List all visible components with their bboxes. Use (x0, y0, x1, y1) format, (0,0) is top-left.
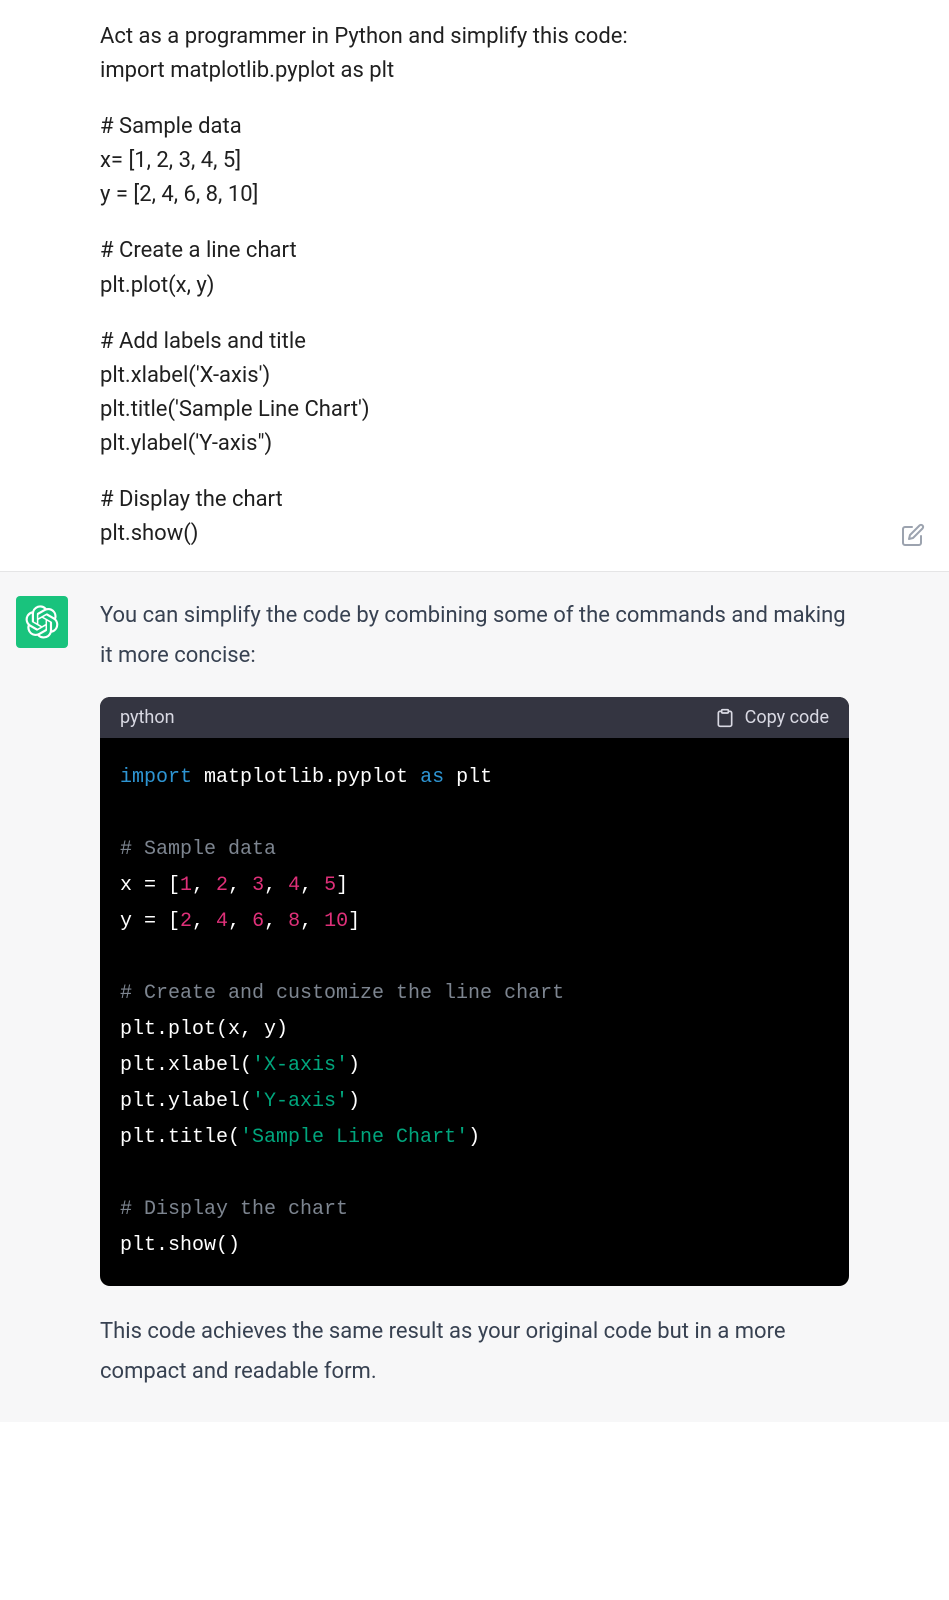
openai-logo-icon (25, 605, 59, 639)
assistant-intro-text: You can simplify the code by combining s… (100, 596, 849, 675)
copy-code-button[interactable]: Copy code (715, 707, 829, 728)
assistant-message: You can simplify the code by combining s… (0, 571, 949, 1421)
code-content[interactable]: import matplotlib.pyplot as plt # Sample… (100, 738, 849, 1286)
user-prompt-text: Act as a programmer in Python and simpli… (100, 20, 849, 551)
clipboard-icon (715, 708, 735, 728)
copy-code-label: Copy code (745, 707, 829, 728)
user-paragraph: # Add labels and titleplt.xlabel('X-axis… (100, 325, 849, 461)
user-message: Act as a programmer in Python and simpli… (0, 0, 949, 571)
code-block: python Copy code import matplotlib.pyplo… (100, 697, 849, 1286)
user-paragraph: # Sample datax= [1, 2, 3, 4, 5]y = [2, 4… (100, 110, 849, 212)
code-header: python Copy code (100, 697, 849, 738)
assistant-response: You can simplify the code by combining s… (100, 596, 849, 1391)
code-language-label: python (120, 707, 175, 728)
assistant-outro-text: This code achieves the same result as yo… (100, 1312, 849, 1391)
user-paragraph: # Display the chartplt.show() (100, 483, 849, 551)
edit-message-button[interactable] (901, 523, 929, 551)
assistant-avatar (16, 596, 68, 648)
user-paragraph: Act as a programmer in Python and simpli… (100, 20, 849, 88)
user-paragraph: # Create a line chartplt.plot(x, y) (100, 234, 849, 302)
edit-icon (901, 523, 925, 547)
